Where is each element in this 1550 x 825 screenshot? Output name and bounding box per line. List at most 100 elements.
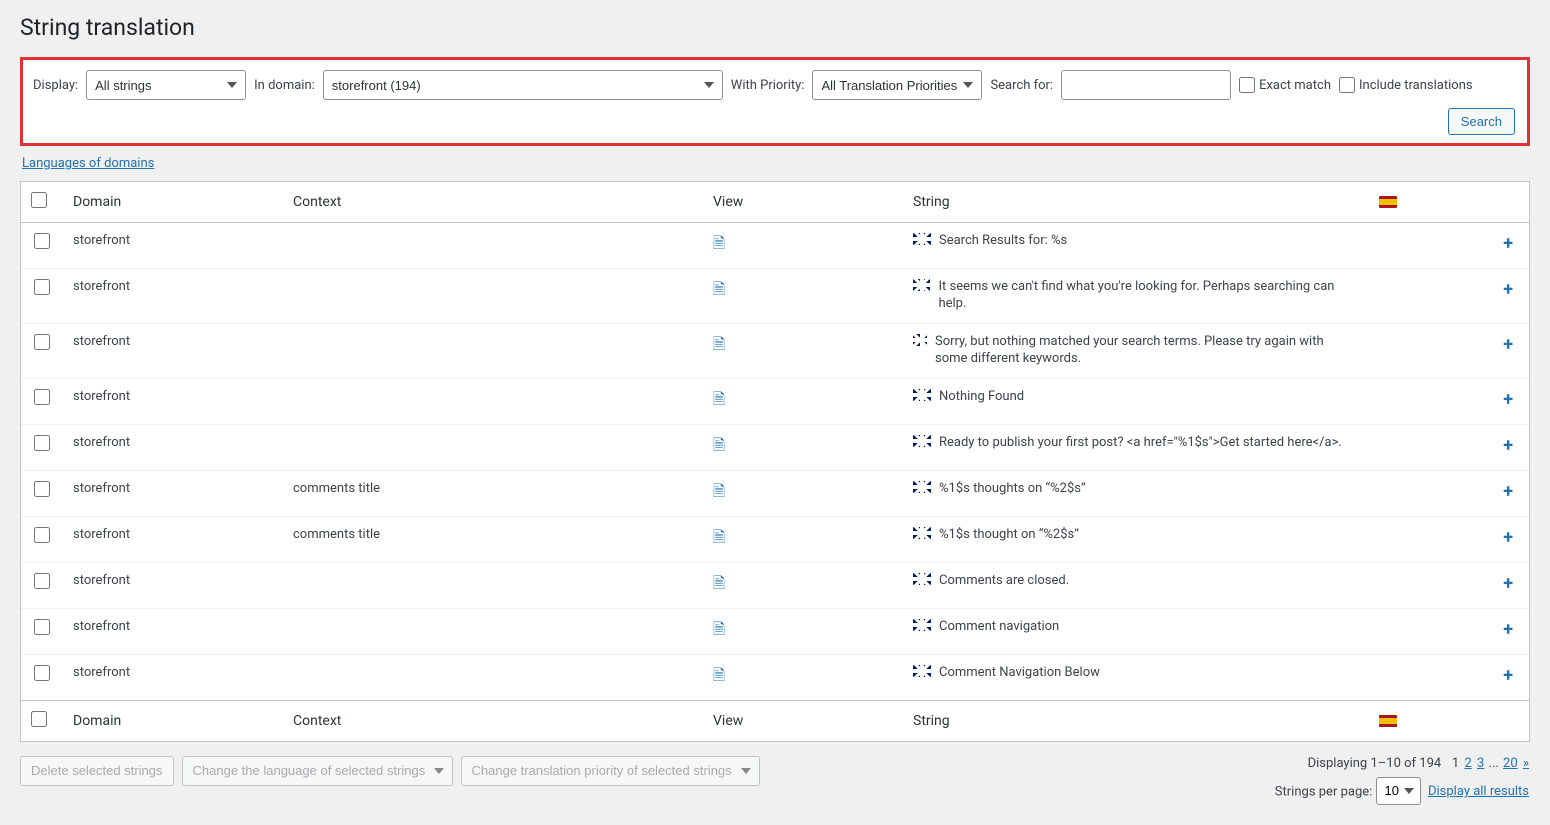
exact-match-label: Exact match (1259, 78, 1331, 93)
view-icon[interactable]: 🗎 (713, 620, 725, 638)
row-checkbox[interactable] (34, 527, 50, 543)
row-string-text: %1$s thoughts on “%2$s” (939, 481, 1086, 498)
add-translation-button[interactable]: + (1497, 481, 1519, 502)
add-translation-button[interactable]: + (1497, 334, 1519, 355)
row-string-text: Comment navigation (939, 619, 1059, 636)
add-translation-button[interactable]: + (1497, 665, 1519, 686)
row-context (283, 609, 703, 655)
per-page-label: Strings per page: (1275, 784, 1373, 799)
row-string-text: Nothing Found (939, 389, 1024, 406)
display-select[interactable]: All strings (86, 70, 246, 100)
view-icon[interactable]: 🗎 (713, 482, 725, 500)
row-checkbox[interactable] (34, 481, 50, 497)
row-domain: storefront (63, 471, 283, 517)
col-context-header[interactable]: Context (283, 182, 703, 223)
change-language-select[interactable]: Change the language of selected strings (182, 756, 453, 786)
add-translation-button[interactable]: + (1497, 279, 1519, 300)
row-context (283, 324, 703, 379)
row-context (283, 379, 703, 425)
col-view-header[interactable]: View (703, 182, 903, 223)
flag-uk-icon (913, 334, 927, 346)
select-all-checkbox-top[interactable] (31, 192, 47, 208)
search-button[interactable]: Search (1448, 108, 1515, 135)
col-view-footer[interactable]: View (703, 700, 903, 741)
row-domain: storefront (63, 269, 283, 324)
view-icon[interactable]: 🗎 (713, 666, 725, 684)
page-link[interactable]: » (1523, 756, 1529, 771)
col-context-footer[interactable]: Context (283, 700, 703, 741)
row-checkbox[interactable] (34, 573, 50, 589)
flag-uk-icon (913, 527, 931, 539)
include-translations-checkbox[interactable] (1339, 77, 1355, 93)
flag-es-icon (1379, 196, 1397, 208)
page-link[interactable]: 1 (1452, 756, 1459, 771)
row-string-text: It seems we can't find what you're looki… (938, 279, 1353, 313)
view-icon[interactable]: 🗎 (713, 574, 725, 592)
row-string-text: Ready to publish your first post? <a hre… (939, 435, 1342, 452)
flag-uk-icon (913, 665, 931, 677)
pagination: Displaying 1–10 of 194 1 2 3 ... 20 » St… (1275, 756, 1530, 805)
col-domain-footer[interactable]: Domain (63, 700, 283, 741)
row-context: comments title (283, 471, 703, 517)
bottom-bar: Delete selected strings Change the langu… (20, 756, 1530, 805)
search-label: Search for: (990, 78, 1053, 93)
flag-es-icon (1379, 715, 1397, 727)
table-row: storefront🗎Nothing Found+ (21, 379, 1529, 425)
select-all-checkbox-bottom[interactable] (31, 711, 47, 727)
search-input[interactable] (1061, 70, 1231, 100)
add-translation-button[interactable]: + (1497, 389, 1519, 410)
view-icon[interactable]: 🗎 (713, 436, 725, 454)
col-string-footer[interactable]: String (903, 700, 1369, 741)
priority-select[interactable]: All Translation Priorities (812, 70, 982, 100)
table-row: storefront 🗎 It seems we can't find what y… (21, 269, 1529, 324)
flag-uk-icon (913, 435, 931, 447)
table-row: storefrontcomments title🗎%1$s thought on… (21, 517, 1529, 563)
view-icon[interactable]: 🗎 (713, 528, 725, 546)
row-checkbox[interactable] (34, 233, 50, 249)
row-checkbox[interactable] (34, 389, 50, 405)
row-string-text: Sorry, but nothing matched your search t… (935, 334, 1353, 368)
languages-of-domains-link[interactable]: Languages of domains (22, 156, 154, 171)
display-all-results-link[interactable]: Display all results (1428, 784, 1529, 799)
row-checkbox[interactable] (34, 665, 50, 681)
page-link[interactable]: 2 (1464, 756, 1471, 771)
flag-uk-icon (913, 573, 931, 585)
display-label: Display: (33, 78, 78, 93)
row-checkbox[interactable] (34, 334, 50, 350)
row-context (283, 223, 703, 269)
add-translation-button[interactable]: + (1497, 435, 1519, 456)
flag-uk-icon (913, 279, 930, 291)
page-link[interactable]: 20 (1503, 756, 1518, 771)
add-translation-button[interactable]: + (1497, 573, 1519, 594)
col-string-header[interactable]: String (903, 182, 1369, 223)
row-context (283, 425, 703, 471)
row-domain: storefront (63, 324, 283, 379)
view-icon[interactable]: 🗎 (713, 335, 725, 353)
table-row: storefront 🗎 Ready to publish your first p… (21, 425, 1529, 471)
row-context (283, 563, 703, 609)
table-row: storefront 🗎 Sorry, but nothing matched yo… (21, 324, 1529, 379)
page-link[interactable]: 3 (1477, 756, 1484, 771)
domain-select[interactable]: storefront (194) (323, 70, 723, 100)
view-icon[interactable]: 🗎 (713, 390, 725, 408)
add-translation-button[interactable]: + (1497, 527, 1519, 548)
priority-label: With Priority: (731, 78, 805, 93)
add-translation-button[interactable]: + (1497, 619, 1519, 640)
row-domain: storefront (63, 609, 283, 655)
row-checkbox[interactable] (34, 279, 50, 295)
col-domain-header[interactable]: Domain (63, 182, 283, 223)
flag-uk-icon (913, 233, 931, 245)
per-page-select[interactable]: 10 (1376, 777, 1421, 805)
row-checkbox[interactable] (34, 435, 50, 451)
view-icon[interactable]: 🗎 (713, 280, 725, 298)
row-context (283, 655, 703, 700)
view-icon[interactable]: 🗎 (713, 234, 725, 252)
exact-match-checkbox[interactable] (1239, 77, 1255, 93)
include-translations-label: Include translations (1359, 78, 1473, 93)
delete-selected-button[interactable]: Delete selected strings (20, 756, 174, 786)
col-language-header (1369, 182, 1529, 223)
change-priority-select[interactable]: Change translation priority of selected … (461, 756, 760, 786)
row-checkbox[interactable] (34, 619, 50, 635)
add-translation-button[interactable]: + (1497, 233, 1519, 254)
row-domain: storefront (63, 425, 283, 471)
